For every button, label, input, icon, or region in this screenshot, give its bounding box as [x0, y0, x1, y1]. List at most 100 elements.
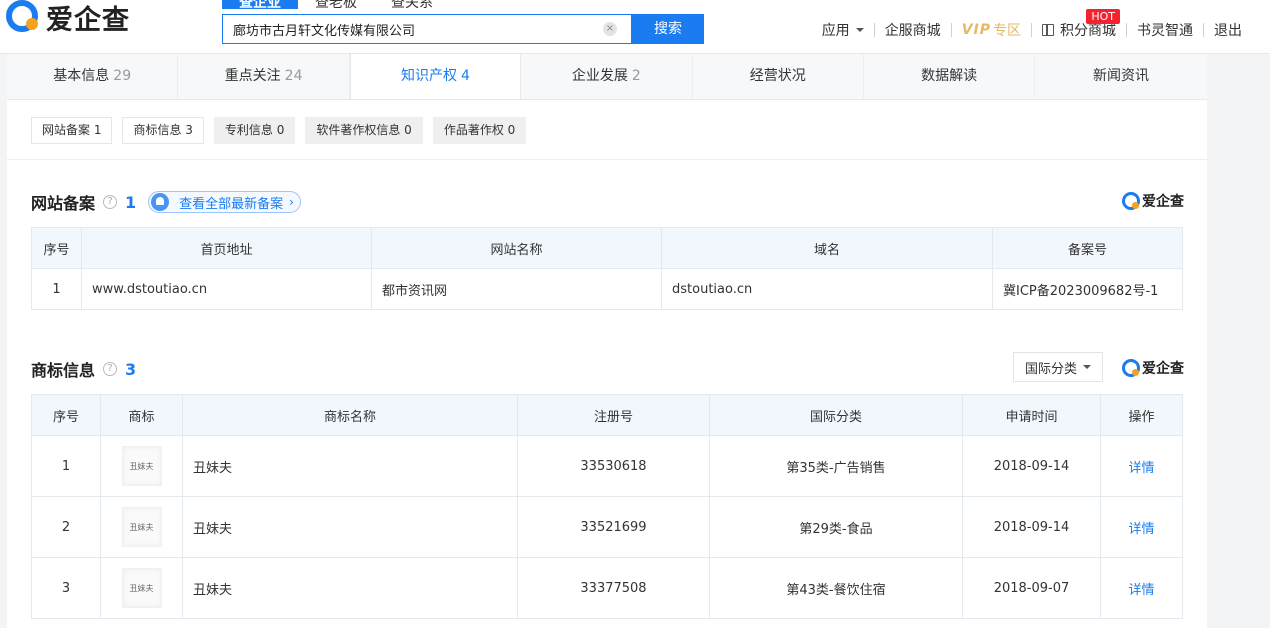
trademark-image-cell: 丑妹夫	[100, 496, 183, 558]
subtab-patent: 专利信息 0	[213, 117, 296, 144]
nav-books[interactable]: 书灵智通	[1127, 20, 1203, 40]
tab-label: 重点关注	[224, 68, 281, 84]
intl-class: 第29类-食品	[709, 496, 963, 558]
tab-count: 2	[631, 68, 641, 84]
watermark-logo: 爱企查	[1122, 189, 1184, 213]
table-row: 2 丑妹夫 丑妹夫 33521699 第29类-食品 2018-09-14 详情	[31, 496, 1183, 558]
hot-badge: HOT	[1086, 9, 1120, 24]
registration-number: 33521699	[517, 496, 710, 558]
trademark-image[interactable]: 丑妹夫	[121, 446, 162, 486]
logo-text: 爱企查	[1142, 361, 1184, 377]
tab-ip[interactable]: 知识产权 4	[349, 54, 522, 99]
table-row: 1 www.dstoutiao.cn 都市资讯网 dstoutiao.cn 冀I…	[31, 268, 1183, 310]
col-header: 注册号	[517, 394, 710, 436]
subtab-website[interactable]: 网站备案 1	[31, 117, 113, 144]
action-cell: 详情	[1100, 557, 1183, 619]
nav-vip-zone[interactable]: VIP 专区	[952, 20, 1031, 40]
detail-link[interactable]: 详情	[1128, 522, 1154, 537]
search-input[interactable]	[223, 15, 593, 43]
clear-icon[interactable]: ×	[603, 22, 617, 36]
trademark-name: 丑妹夫	[182, 557, 518, 619]
tab-label: 数据解读	[921, 68, 978, 84]
nav-logout[interactable]: 退出	[1204, 20, 1270, 40]
view-all-records-link[interactable]: 查看全部最新备案 ›	[148, 191, 301, 213]
search-box: ×	[222, 14, 632, 44]
logo-icon	[4, 0, 44, 34]
col-header: 网站名称	[371, 227, 662, 269]
intl-class: 第43类-餐饮住宿	[709, 557, 963, 619]
tab-development[interactable]: 企业发展 2	[521, 54, 693, 99]
logo-icon	[1122, 192, 1140, 210]
subtab-work-copyright: 作品著作权 0	[432, 117, 527, 144]
nav-mall[interactable]: 企服商城	[875, 20, 951, 40]
tab-label: 基本信息	[53, 68, 110, 84]
website-table: 序号 首页地址 网站名称 域名 备案号 1 www.dstoutiao.cn 都…	[31, 227, 1183, 310]
tab-search-company[interactable]: 查企业	[222, 0, 298, 9]
tab-operations[interactable]: 经营状况	[692, 54, 864, 99]
bell-icon	[151, 193, 170, 211]
tab-data-insight[interactable]: 数据解读	[863, 54, 1036, 99]
action-cell: 详情	[1100, 496, 1183, 558]
nav-points-mall[interactable]: 积分商城 HOT	[1032, 9, 1126, 40]
trademark-image-cell: 丑妹夫	[100, 435, 183, 497]
detail-link[interactable]: 详情	[1128, 583, 1154, 598]
tab-count: 4	[461, 68, 470, 84]
main-tabs: 基本信息 29 重点关注 24 知识产权 4 企业发展 2 经营状况 数据解读 新闻资讯	[7, 54, 1207, 100]
table-header-row: 序号 首页地址 网站名称 域名 备案号	[31, 227, 1183, 269]
section-title: 商标信息	[31, 361, 96, 380]
row-index: 3	[31, 557, 101, 619]
help-icon[interactable]: ?	[103, 362, 118, 376]
trademark-image[interactable]: 丑妹夫	[121, 568, 162, 608]
detail-link[interactable]: 详情	[1128, 461, 1154, 476]
tab-basic-info[interactable]: 基本信息 29	[7, 54, 179, 99]
col-header: 商标名称	[182, 394, 518, 436]
table-row: 3 丑妹夫 丑妹夫 33377508 第43类-餐饮住宿 2018-09-07 …	[31, 557, 1183, 619]
action-cell: 详情	[1100, 435, 1183, 497]
watermark-logo: 爱企查	[1122, 356, 1184, 380]
top-nav: 应用 企服商城 VIP 专区 积分商城 HOT 书灵智通 退出	[812, 9, 1270, 44]
subtab-trademark[interactable]: 商标信息 3	[122, 117, 204, 144]
intl-class: 第35类-广告销售	[709, 435, 963, 497]
search-button[interactable]: 搜索	[632, 14, 704, 44]
apply-date: 2018-09-14	[962, 496, 1101, 558]
ip-subtabs: 网站备案 1 商标信息 3 专利信息 0 软件著作权信息 0 作品著作权 0	[7, 100, 1207, 160]
gift-icon	[1042, 24, 1054, 36]
trademark-image[interactable]: 丑妹夫	[121, 507, 162, 547]
section-count: 1	[125, 192, 137, 212]
vip-label: VIP	[961, 22, 991, 38]
apply-date: 2018-09-14	[962, 435, 1101, 497]
tab-label: 企业发展	[571, 68, 628, 84]
search-type-tabs: 查企业 查老板 查关系	[222, 0, 450, 9]
help-icon[interactable]: ?	[103, 195, 118, 209]
section-title: 网站备案	[31, 194, 96, 213]
logo-icon	[1122, 359, 1140, 377]
logo-text: 爱企查	[1142, 194, 1184, 210]
table-header-row: 序号 商标 商标名称 注册号 国际分类 申请时间 操作	[31, 394, 1183, 436]
tab-key-focus[interactable]: 重点关注 24	[178, 54, 350, 99]
col-header: 操作	[1100, 394, 1183, 436]
vip-zone-label: 专区	[993, 23, 1021, 39]
trademark-image-cell: 丑妹夫	[100, 557, 183, 619]
nav-apps[interactable]: 应用	[812, 20, 874, 40]
section-count: 3	[125, 359, 137, 379]
col-header: 序号	[31, 394, 101, 436]
col-header: 序号	[31, 227, 82, 269]
col-header: 商标	[100, 394, 183, 436]
chevron-down-icon	[1083, 365, 1091, 369]
nav-apps-label: 应用	[821, 23, 850, 39]
intl-class-filter[interactable]: 国际分类	[1013, 352, 1103, 382]
domain: dstoutiao.cn	[661, 268, 993, 310]
col-header: 国际分类	[709, 394, 963, 436]
tab-search-boss[interactable]: 查老板	[298, 0, 374, 9]
filter-label: 国际分类	[1024, 361, 1077, 377]
tab-search-relation[interactable]: 查关系	[374, 0, 450, 9]
trademark-name: 丑妹夫	[182, 496, 518, 558]
site-name: 都市资讯网	[371, 268, 662, 310]
view-all-label: 查看全部最新备案	[179, 196, 284, 212]
subtab-software-copyright: 软件著作权信息 0	[305, 117, 423, 144]
icp-number: 冀ICP备2023009682号-1	[992, 268, 1183, 310]
tab-label: 新闻资讯	[1093, 68, 1150, 84]
site-logo[interactable]: 爱企查	[4, 0, 130, 36]
tab-news[interactable]: 新闻资讯	[1035, 54, 1207, 99]
trademark-table: 序号 商标 商标名称 注册号 国际分类 申请时间 操作 1 丑妹夫 丑妹夫 33…	[31, 394, 1183, 619]
